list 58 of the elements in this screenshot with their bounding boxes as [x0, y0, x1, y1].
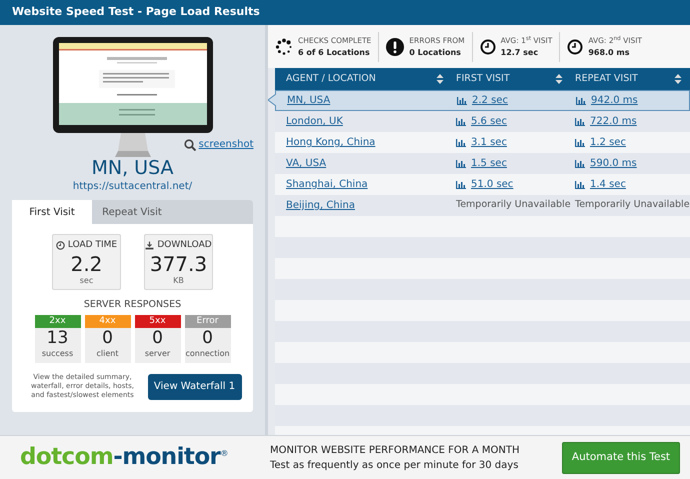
- location-link[interactable]: VA, USA: [286, 156, 326, 171]
- view-waterfall-button[interactable]: View Waterfall 1: [148, 374, 242, 400]
- time-link[interactable]: 5.6 sec: [471, 114, 507, 129]
- column-header: FIRST VISIT: [456, 72, 510, 86]
- column-header: REPEAT VISIT: [575, 72, 638, 86]
- table-row[interactable]: Shanghai, China 51.0 sec 1.4 sec: [275, 174, 690, 195]
- summary-value: 968.0 ms: [588, 46, 630, 58]
- time-link[interactable]: 1.4 sec: [590, 177, 626, 192]
- status-code: 4xx: [84, 315, 130, 328]
- summary-value: 6 of 6 Locations: [298, 46, 371, 58]
- time-link[interactable]: 590.0 ms: [590, 156, 637, 171]
- metric-label: DOWNLOAD: [157, 239, 212, 252]
- column-header: AGENT / LOCATION: [286, 72, 376, 86]
- tab[interactable]: First Visit: [12, 200, 92, 224]
- status-code: 5xx: [134, 315, 180, 328]
- status-code: 2xx: [34, 315, 80, 328]
- response-count: 0: [201, 328, 214, 348]
- location-link[interactable]: London, UK: [286, 114, 343, 129]
- time-link[interactable]: 722.0 ms: [590, 114, 637, 129]
- response-label: success: [40, 348, 74, 360]
- promo-headline: MONITOR WEBSITE PERFORMANCE FOR A MONTH: [270, 444, 521, 458]
- metric-value: 2.2: [70, 252, 102, 274]
- time-link[interactable]: 942.0 ms: [591, 93, 638, 108]
- summary-value: 0 Locations: [409, 46, 462, 58]
- time-link[interactable]: 51.0 sec: [471, 177, 514, 192]
- time-link[interactable]: 2.2 sec: [472, 93, 508, 108]
- response-count: 0: [151, 328, 164, 348]
- summary-value: 12.7 sec: [500, 46, 540, 58]
- response-label: connection: [184, 348, 230, 360]
- screenshot-link[interactable]: screenshot: [184, 137, 254, 152]
- location-link[interactable]: Hong Kong, China: [286, 135, 376, 150]
- metric-unit: KB: [173, 274, 184, 286]
- time-link[interactable]: 1.2 sec: [590, 135, 626, 150]
- metric-value: 377.3: [150, 252, 208, 274]
- logo-text: dotcom: [20, 443, 114, 472]
- response-label: client: [96, 348, 120, 360]
- registered-mark: ®: [220, 449, 228, 458]
- response-label: server: [144, 348, 172, 360]
- status-code: Error: [184, 315, 230, 328]
- automate-button[interactable]: Automate this Test: [562, 442, 680, 474]
- promo-subline: Test as frequently as once per minute for 30 days: [270, 458, 520, 472]
- location-link[interactable]: MN, USA: [287, 93, 330, 108]
- table-row[interactable]: Hong Kong, China 3.1 sec 1.2 sec: [275, 132, 690, 153]
- logo-text: -monitor: [113, 443, 220, 472]
- metric-unit: sec: [80, 274, 94, 286]
- window-title: Website Speed Test - Page Load Results: [12, 4, 260, 20]
- response-count: 0: [101, 328, 114, 348]
- time-link[interactable]: 3.1 sec: [471, 135, 507, 150]
- location-link[interactable]: Beijing, China: [286, 198, 355, 213]
- metric-label: LOAD TIME: [68, 239, 118, 252]
- location-link[interactable]: Shanghai, China: [286, 177, 368, 192]
- response-count: 13: [46, 328, 70, 348]
- location-heading: MN, USA: [91, 157, 174, 179]
- section-title: SERVER RESPONSES: [84, 298, 182, 312]
- url-link[interactable]: https://suttacentral.net/: [72, 179, 192, 194]
- time-link[interactable]: 1.5 sec: [471, 156, 507, 171]
- status-text: Temporarily Unavailable: [456, 198, 571, 212]
- status-text: Temporarily Unavailable: [575, 198, 690, 212]
